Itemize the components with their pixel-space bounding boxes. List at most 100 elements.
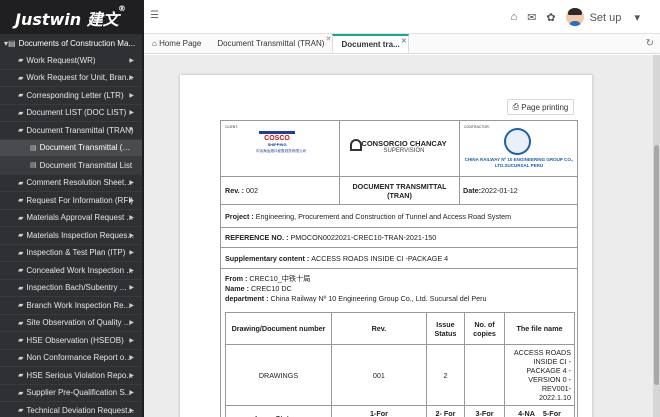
- date-value: 2022-01-12: [480, 186, 518, 195]
- caret-right-icon: ▶: [129, 75, 134, 82]
- column-header: Drawing/Document number: [225, 312, 332, 345]
- from-block: From : CREC10_中铁十局 Name : CREC10 DC depa…: [221, 269, 577, 304]
- table-cell: 2: [425, 344, 466, 406]
- folder-icon: ▰: [18, 197, 24, 205]
- table-cell: DRAWINGS: [225, 344, 332, 406]
- sidebar-item-label: Inspection & Test Plan (ITP): [26, 248, 126, 258]
- documents-table: Drawing/Document number Rev. Issue Statu…: [225, 312, 575, 417]
- issue-status-option: 1-For Information/Conformance: [331, 405, 427, 417]
- sidebar-item-label: Request For Information (RFI): [26, 195, 134, 205]
- setup-label: Set up: [589, 11, 622, 24]
- sidebar-subitem[interactable]: ▤ Document Transmittal List: [0, 157, 142, 175]
- table-cell: ACCESS ROADS INSIDE CI - PACKAGE 4 -VERS…: [504, 344, 575, 406]
- issue-status-option-na: 4-NA: [518, 409, 535, 417]
- railway-logo: [504, 127, 531, 155]
- home-icon[interactable]: ⌂: [511, 11, 518, 23]
- sidebar-item[interactable]: ▰ Document LIST (DOC LIST) ▶: [0, 105, 142, 122]
- column-header: The file name: [504, 312, 575, 345]
- sidebar-item-label: HSE Observation (HSEOB): [26, 335, 124, 345]
- chancay-sub: SUPERVISIÓN: [383, 147, 425, 154]
- sidebar-item[interactable]: ▰ HSE Observation (HSEOB) ▶: [0, 332, 142, 350]
- content-scrollbar[interactable]: [653, 55, 660, 417]
- folder-icon: ▰: [18, 337, 24, 345]
- project-value: Engineering, Procurement and Constructio…: [255, 211, 512, 221]
- caret-right-icon: ▶: [129, 110, 134, 117]
- setup-menu[interactable]: Set up ▾: [590, 11, 650, 24]
- folder-icon: ▰: [18, 232, 24, 240]
- sidebar-item[interactable]: ▰ Concealed Work Inspection ... ▶: [0, 262, 142, 280]
- avatar[interactable]: [565, 8, 584, 26]
- scrollbar-thumb[interactable]: [654, 145, 659, 385]
- sidebar-item[interactable]: ▰ Branch Work Inspection Re... ▶: [0, 297, 142, 315]
- from-label: From :: [225, 274, 248, 283]
- caret-right-icon: ▶: [129, 355, 134, 362]
- folder-icon: ▰: [18, 284, 24, 292]
- department-line: department : China Railway Nº 10 Enginee…: [225, 294, 573, 304]
- folder-icon: ▰: [18, 179, 24, 187]
- caret-right-icon: ▶: [129, 215, 134, 222]
- chancay-logo: CONSORCIO CHANCAY SUPERVISIÓN: [344, 138, 464, 154]
- sidebar-item[interactable]: ▰ Inspection Bach/Subentry ... ▶: [0, 280, 142, 297]
- date-label: Date:: [463, 186, 481, 195]
- arch-icon: [350, 138, 362, 151]
- column-header: Issue Status: [425, 312, 466, 345]
- sidebar-item[interactable]: ▰ Supplier Pre-Qualification S... ▶: [0, 385, 142, 402]
- title-line1: DOCUMENT TRANSMITTAL: [352, 181, 447, 191]
- tab-label: Home Page: [159, 39, 202, 48]
- sidebar-item[interactable]: ▰ Document Transmittal (TRAN) ▼: [0, 122, 142, 140]
- folder-icon: ▰: [18, 214, 24, 222]
- tab-home[interactable]: ⌂ Home Page: [144, 34, 209, 53]
- sidebar-item[interactable]: ▰ HSE Serious Violation Repo... ▶: [0, 367, 142, 385]
- sidebar-item[interactable]: ▰ Corresponding Letter (LTR) ▶: [0, 87, 142, 105]
- sidebar-item[interactable]: ▰ Comment Resolution Sheet (... ▶: [0, 175, 142, 192]
- printer-icon: ⎙: [512, 102, 522, 111]
- sidebar-item[interactable]: ▰ Request For Information (RFI) ▶: [0, 192, 142, 210]
- sidebar-item-label: Non Conformance Report of ...: [26, 353, 134, 363]
- sidebar-item-label: Document Transmittal List: [39, 160, 133, 170]
- close-icon[interactable]: ✕: [326, 35, 332, 43]
- sidebar-item[interactable]: ▰ Work Request for Unit, Bran... ▶: [0, 70, 142, 87]
- home-icon: ⌂: [152, 39, 160, 48]
- logo: Justwin 建文 ®: [0, 0, 142, 34]
- refresh-icon[interactable]: ↻: [646, 38, 654, 49]
- transmittal-form: CLIENT: COSCO SHIPPING 中远海运港口秘鲁钱凯有限公司 CON…: [220, 120, 578, 417]
- contractor-logo-cell: CONTRACTOR: CHINA RAILWAY Nº 10 ENGINEER…: [460, 121, 577, 177]
- rev-value: 002: [246, 186, 259, 195]
- document-icon: ▤: [30, 162, 37, 170]
- sidebar-item-label: Work Request for Unit, Bran...: [26, 73, 133, 83]
- sidebar-subitem[interactable]: ▤ Document Transmittal (TR...: [0, 139, 142, 157]
- from-value: CREC10_中铁十局: [249, 274, 311, 283]
- project-row: Project : Engineering, Procurement and C…: [221, 205, 577, 228]
- sidebar-item[interactable]: ▰ Technical Deviation Request... ▶: [0, 402, 142, 417]
- folder-icon: ▰: [18, 354, 24, 362]
- menu-toggle-icon[interactable]: ☰: [150, 10, 159, 21]
- close-icon[interactable]: ✕: [401, 37, 407, 45]
- sidebar-item[interactable]: ▰ Inspection & Test Plan (ITP) ▶: [0, 245, 142, 262]
- contractor-label: CONTRACTOR:: [464, 124, 490, 129]
- sidebar-item[interactable]: ▰ Work Request(WR) ▶: [0, 52, 142, 70]
- sidebar-item-label: Document LIST (DOC LIST): [26, 108, 127, 118]
- sidebar-item[interactable]: ▰ Site Observation of Quality ... ▶: [0, 315, 142, 332]
- sidebar-item-label: Materials Inspection Reques...: [26, 230, 134, 240]
- sidebar-item[interactable]: ▰ Non Conformance Report of ... ▶: [0, 350, 142, 367]
- sidebar-root-documents[interactable]: ▾▤ Documents of Construction Ma...: [0, 34, 142, 52]
- chat-icon[interactable]: ✉: [527, 11, 536, 24]
- tab-document-transmittal[interactable]: Document Transmittal (TRAN) ✕: [209, 34, 332, 53]
- sidebar-item-label: Concealed Work Inspection ...: [26, 265, 133, 275]
- folder-icon: ▰: [18, 74, 24, 82]
- palette-icon[interactable]: ✿: [546, 11, 555, 24]
- railway-name: CHINA RAILWAY Nº 10 ENGINEERING GROUP CO…: [464, 156, 574, 168]
- cosco-text: COSCO: [264, 134, 290, 142]
- column-header: No. of copies: [464, 312, 506, 345]
- project-label: Project :: [225, 211, 254, 221]
- supplementary-value: ACCESS ROADS INSIDE CI -PACKAGE 4: [311, 253, 449, 263]
- sidebar-item[interactable]: ▰ Materials Inspection Reques... ▶: [0, 227, 142, 245]
- page-printing-button[interactable]: ⎙ Page printing: [507, 99, 574, 115]
- cosco-logo: COSCO SHIPPING: [259, 130, 295, 149]
- caret-right-icon: ▶: [129, 302, 134, 309]
- title-line2: (TRAN): [387, 190, 412, 200]
- sidebar-item-label: Materials Approval Request ...: [26, 213, 134, 223]
- tab-document-transmittal-detail[interactable]: Document tra... ✕: [332, 34, 409, 53]
- sidebar-item[interactable]: ▰ Materials Approval Request ... ▶: [0, 210, 142, 227]
- date-cell: Date: 2022-01-12: [460, 177, 577, 205]
